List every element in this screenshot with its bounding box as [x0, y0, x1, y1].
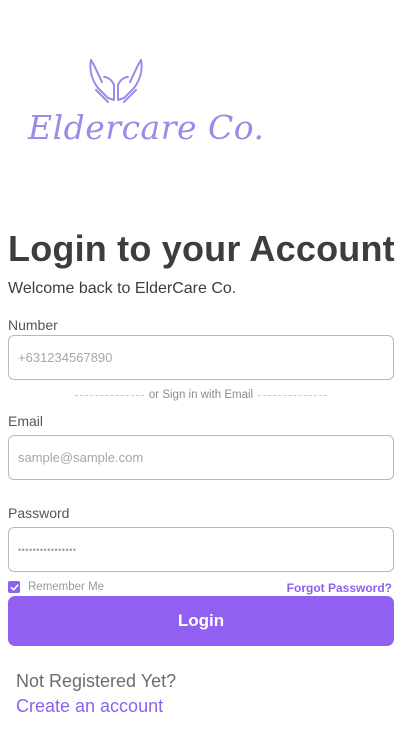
page-subtitle: Welcome back to ElderCare Co.	[8, 280, 237, 297]
password-field[interactable]: ••••••••••••••••	[8, 527, 394, 572]
divider-line-right	[258, 394, 327, 396]
page-title: Login to your Account	[8, 228, 395, 269]
email-label: Email	[8, 413, 44, 429]
brand-logo: Eldercare Co.	[24, 50, 264, 160]
number-field[interactable]	[8, 335, 394, 380]
login-button[interactable]: Login	[8, 596, 394, 646]
number-label: Number	[8, 317, 58, 333]
remember-me-checkbox[interactable]	[8, 581, 20, 593]
check-icon	[10, 583, 19, 591]
remember-me[interactable]: Remember Me	[8, 581, 104, 593]
email-divider: or Sign in with Email	[75, 389, 327, 401]
email-field[interactable]	[8, 435, 394, 480]
forgot-password-link[interactable]: Forgot Password?	[287, 581, 392, 595]
caring-hands-icon	[89, 59, 143, 103]
remember-me-label: Remember Me	[28, 581, 105, 593]
divider-line-left	[75, 394, 144, 396]
password-label: Password	[8, 505, 70, 521]
create-account-link[interactable]: Create an account	[16, 696, 163, 717]
login-page: Eldercare Co. Login to your Account Welc…	[0, 0, 402, 736]
divider-text: or Sign in with Email	[148, 389, 254, 401]
password-value: ••••••••••••••••	[18, 544, 77, 555]
not-registered-text: Not Registered Yet?	[16, 671, 177, 691]
brand-name: Eldercare Co.	[28, 108, 265, 147]
